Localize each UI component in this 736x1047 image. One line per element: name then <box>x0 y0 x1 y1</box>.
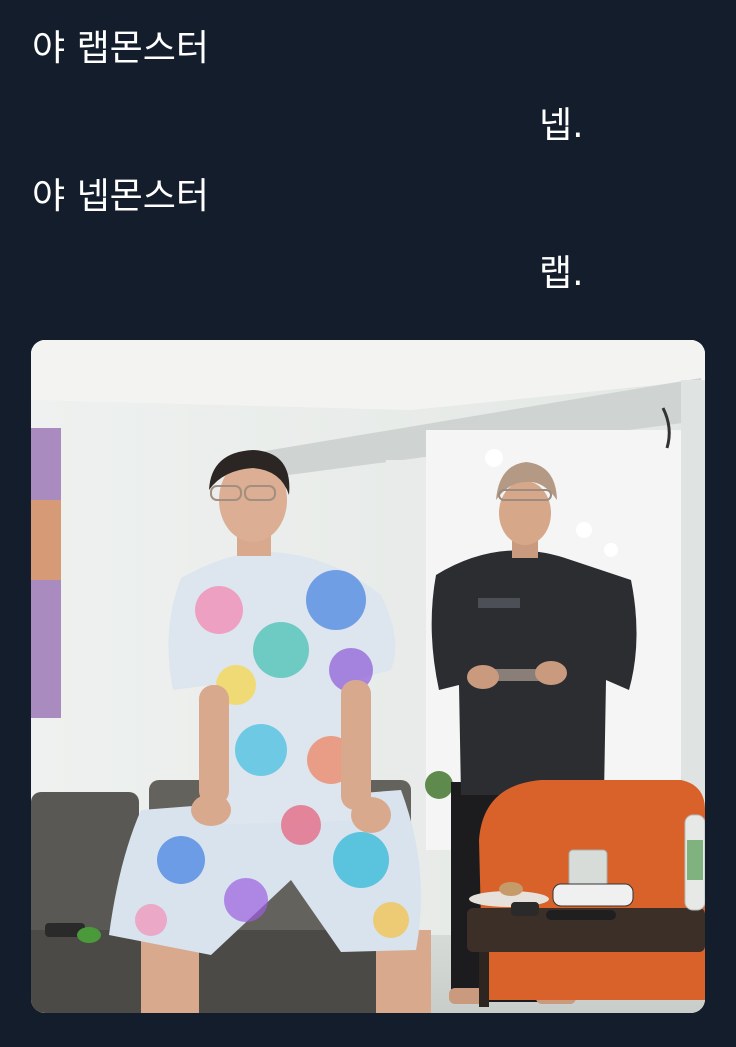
tweet-photo[interactable] <box>31 340 705 1013</box>
glass <box>568 849 608 889</box>
game-console <box>552 883 634 907</box>
tweet-text: 야 랩몬스터 넵. 야 넵몬스터 랩. <box>0 0 736 330</box>
painting-detail <box>31 500 61 580</box>
ceiling-light <box>485 449 503 467</box>
ceiling-light <box>576 522 592 538</box>
table-leg <box>479 952 489 1007</box>
tweet-line-1: 야 랩몬스터 <box>32 28 210 69</box>
tweet-line-4: 랩. <box>539 253 584 294</box>
tweet-line-3: 야 넵몬스터 <box>32 176 210 217</box>
snack <box>499 882 523 896</box>
remote-on-table <box>546 910 616 920</box>
door-frame-right <box>681 380 705 810</box>
photo-scene <box>31 340 705 1013</box>
bottle-label <box>687 840 703 880</box>
tweet-line-2: 넵. <box>539 105 584 146</box>
ceiling-light <box>604 543 618 557</box>
plant <box>425 771 453 799</box>
green-object <box>77 927 101 943</box>
controller <box>511 902 539 916</box>
